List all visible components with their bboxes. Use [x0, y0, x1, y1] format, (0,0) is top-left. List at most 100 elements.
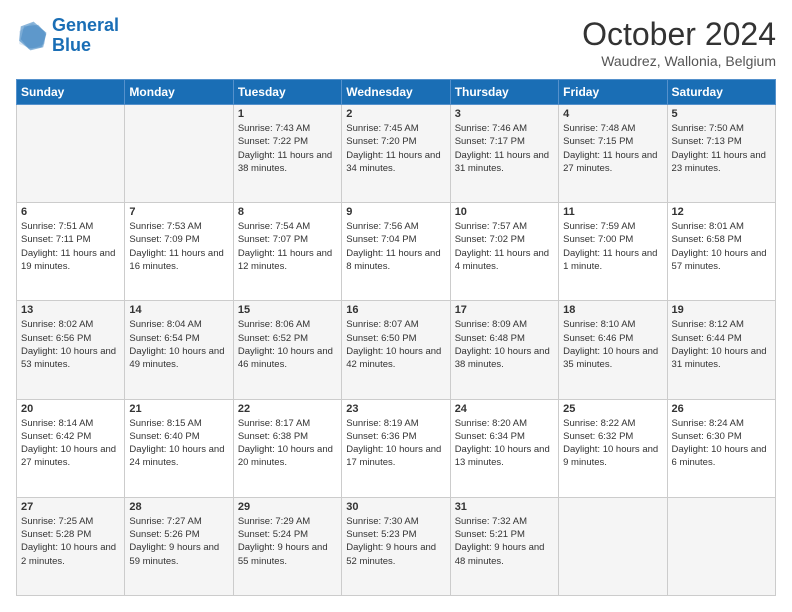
calendar-cell: 15 Sunrise: 8:06 AMSunset: 6:52 PMDayligh…: [233, 301, 341, 399]
day-number: 4: [563, 108, 662, 120]
calendar-cell: 21 Sunrise: 8:15 AMSunset: 6:40 PMDayligh…: [125, 399, 233, 497]
logo-general: General: [52, 15, 119, 35]
calendar-cell: 14 Sunrise: 8:04 AMSunset: 6:54 PMDayligh…: [125, 301, 233, 399]
day-info: Sunrise: 8:01 AMSunset: 6:58 PMDaylight:…: [672, 220, 771, 273]
day-number: 25: [563, 403, 662, 415]
day-info: Sunrise: 7:53 AMSunset: 7:09 PMDaylight:…: [129, 220, 228, 273]
day-info: Sunrise: 7:32 AMSunset: 5:21 PMDaylight:…: [455, 515, 554, 568]
calendar-cell: 9Sunrise: 7:56 AMSunset: 7:04 PMDaylight…: [342, 203, 450, 301]
day-number: 20: [21, 403, 120, 415]
day-info: Sunrise: 7:57 AMSunset: 7:02 PMDaylight:…: [455, 220, 554, 273]
calendar-cell: [125, 105, 233, 203]
day-number: 19: [672, 304, 771, 316]
day-number: 27: [21, 501, 120, 513]
calendar-cell: 27Sunrise: 7:25 AMSunset: 5:28 PMDayligh…: [17, 497, 125, 595]
day-info: Sunrise: 8:04 AMSunset: 6:54 PMDaylight:…: [129, 318, 228, 371]
day-info: Sunrise: 8:06 AMSunset: 6:52 PMDaylight:…: [238, 318, 337, 371]
logo-blue: Blue: [52, 35, 91, 55]
day-info: Sunrise: 7:29 AMSunset: 5:24 PMDaylight:…: [238, 515, 337, 568]
day-info: Sunrise: 8:22 AMSunset: 6:32 PMDaylight:…: [563, 417, 662, 470]
page: General Blue October 2024 Waudrez, Wallo…: [0, 0, 792, 612]
calendar-cell: 28 Sunrise: 7:27 AMSunset: 5:26 PMDayligh…: [125, 497, 233, 595]
day-info: Sunrise: 8:15 AMSunset: 6:40 PMDaylight:…: [129, 417, 228, 470]
calendar-cell: 25 Sunrise: 8:22 AMSunset: 6:32 PMDayligh…: [559, 399, 667, 497]
calendar-cell: 2 Sunrise: 7:45 AMSunset: 7:20 PMDaylight…: [342, 105, 450, 203]
month-title: October 2024: [582, 16, 776, 53]
calendar-cell: 4 Sunrise: 7:48 AMSunset: 7:15 PMDaylight…: [559, 105, 667, 203]
weekday-header-sunday: Sunday: [17, 80, 125, 105]
calendar-cell: 10Sunrise: 7:57 AMSunset: 7:02 PMDayligh…: [450, 203, 558, 301]
weekday-header-row: SundayMondayTuesdayWednesdayThursdayFrid…: [17, 80, 776, 105]
calendar-cell: 31 Sunrise: 7:32 AMSunset: 5:21 PMDayligh…: [450, 497, 558, 595]
calendar-cell: 5Sunrise: 7:50 AMSunset: 7:13 PMDaylight…: [667, 105, 775, 203]
weekday-header-saturday: Saturday: [667, 80, 775, 105]
calendar-cell: 13 Sunrise: 8:02 AMSunset: 6:56 PMDayligh…: [17, 301, 125, 399]
calendar-cell: 17Sunrise: 8:09 AMSunset: 6:48 PMDayligh…: [450, 301, 558, 399]
calendar-table: SundayMondayTuesdayWednesdayThursdayFrid…: [16, 79, 776, 596]
day-info: Sunrise: 7:45 AMSunset: 7:20 PMDaylight:…: [346, 122, 445, 175]
day-number: 26: [672, 403, 771, 415]
day-info: Sunrise: 8:19 AMSunset: 6:36 PMDaylight:…: [346, 417, 445, 470]
day-number: 17: [455, 304, 554, 316]
weekday-header-wednesday: Wednesday: [342, 80, 450, 105]
day-number: 22: [238, 403, 337, 415]
weekday-header-monday: Monday: [125, 80, 233, 105]
calendar-cell: 20Sunrise: 8:14 AMSunset: 6:42 PMDayligh…: [17, 399, 125, 497]
day-info: Sunrise: 8:24 AMSunset: 6:30 PMDaylight:…: [672, 417, 771, 470]
week-row-5: 27Sunrise: 7:25 AMSunset: 5:28 PMDayligh…: [17, 497, 776, 595]
day-info: Sunrise: 7:50 AMSunset: 7:13 PMDaylight:…: [672, 122, 771, 175]
day-number: 28: [129, 501, 228, 513]
calendar-cell: 29 Sunrise: 7:29 AMSunset: 5:24 PMDayligh…: [233, 497, 341, 595]
day-info: Sunrise: 8:12 AMSunset: 6:44 PMDaylight:…: [672, 318, 771, 371]
calendar-cell: 30Sunrise: 7:30 AMSunset: 5:23 PMDayligh…: [342, 497, 450, 595]
day-number: 2: [346, 108, 445, 120]
calendar-cell: [17, 105, 125, 203]
header: General Blue October 2024 Waudrez, Wallo…: [16, 16, 776, 69]
title-block: October 2024 Waudrez, Wallonia, Belgium: [582, 16, 776, 69]
week-row-1: 1Sunrise: 7:43 AMSunset: 7:22 PMDaylight…: [17, 105, 776, 203]
day-number: 13: [21, 304, 120, 316]
day-info: Sunrise: 7:48 AMSunset: 7:15 PMDaylight:…: [563, 122, 662, 175]
day-number: 31: [455, 501, 554, 513]
day-info: Sunrise: 8:02 AMSunset: 6:56 PMDaylight:…: [21, 318, 120, 371]
day-number: 23: [346, 403, 445, 415]
location-subtitle: Waudrez, Wallonia, Belgium: [582, 53, 776, 69]
day-number: 11: [563, 206, 662, 218]
week-row-3: 13 Sunrise: 8:02 AMSunset: 6:56 PMDayligh…: [17, 301, 776, 399]
day-number: 7: [129, 206, 228, 218]
weekday-header-thursday: Thursday: [450, 80, 558, 105]
weekday-header-tuesday: Tuesday: [233, 80, 341, 105]
calendar-cell: 22Sunrise: 8:17 AMSunset: 6:38 PMDayligh…: [233, 399, 341, 497]
day-number: 3: [455, 108, 554, 120]
calendar-cell: 19 Sunrise: 8:12 AMSunset: 6:44 PMDayligh…: [667, 301, 775, 399]
day-number: 21: [129, 403, 228, 415]
calendar-cell: 3 Sunrise: 7:46 AMSunset: 7:17 PMDaylight…: [450, 105, 558, 203]
day-number: 29: [238, 501, 337, 513]
day-info: Sunrise: 8:20 AMSunset: 6:34 PMDaylight:…: [455, 417, 554, 470]
day-number: 16: [346, 304, 445, 316]
calendar-cell: 23 Sunrise: 8:19 AMSunset: 6:36 PMDayligh…: [342, 399, 450, 497]
day-number: 18: [563, 304, 662, 316]
day-number: 14: [129, 304, 228, 316]
day-info: Sunrise: 7:27 AMSunset: 5:26 PMDaylight:…: [129, 515, 228, 568]
calendar-cell: 8Sunrise: 7:54 AMSunset: 7:07 PMDaylight…: [233, 203, 341, 301]
day-info: Sunrise: 7:51 AMSunset: 7:11 PMDaylight:…: [21, 220, 120, 273]
week-row-2: 6 Sunrise: 7:51 AMSunset: 7:11 PMDaylight…: [17, 203, 776, 301]
day-number: 30: [346, 501, 445, 513]
day-number: 15: [238, 304, 337, 316]
day-number: 6: [21, 206, 120, 218]
logo: General Blue: [16, 16, 119, 56]
logo-icon: [16, 20, 48, 52]
logo-text: General Blue: [52, 16, 119, 56]
day-info: Sunrise: 7:46 AMSunset: 7:17 PMDaylight:…: [455, 122, 554, 175]
calendar-cell: [559, 497, 667, 595]
day-info: Sunrise: 8:07 AMSunset: 6:50 PMDaylight:…: [346, 318, 445, 371]
calendar-cell: 18 Sunrise: 8:10 AMSunset: 6:46 PMDayligh…: [559, 301, 667, 399]
calendar-cell: 16 Sunrise: 8:07 AMSunset: 6:50 PMDayligh…: [342, 301, 450, 399]
day-number: 24: [455, 403, 554, 415]
calendar-cell: 6 Sunrise: 7:51 AMSunset: 7:11 PMDaylight…: [17, 203, 125, 301]
day-info: Sunrise: 7:59 AMSunset: 7:00 PMDaylight:…: [563, 220, 662, 273]
day-number: 9: [346, 206, 445, 218]
day-info: Sunrise: 8:10 AMSunset: 6:46 PMDaylight:…: [563, 318, 662, 371]
calendar-cell: [667, 497, 775, 595]
